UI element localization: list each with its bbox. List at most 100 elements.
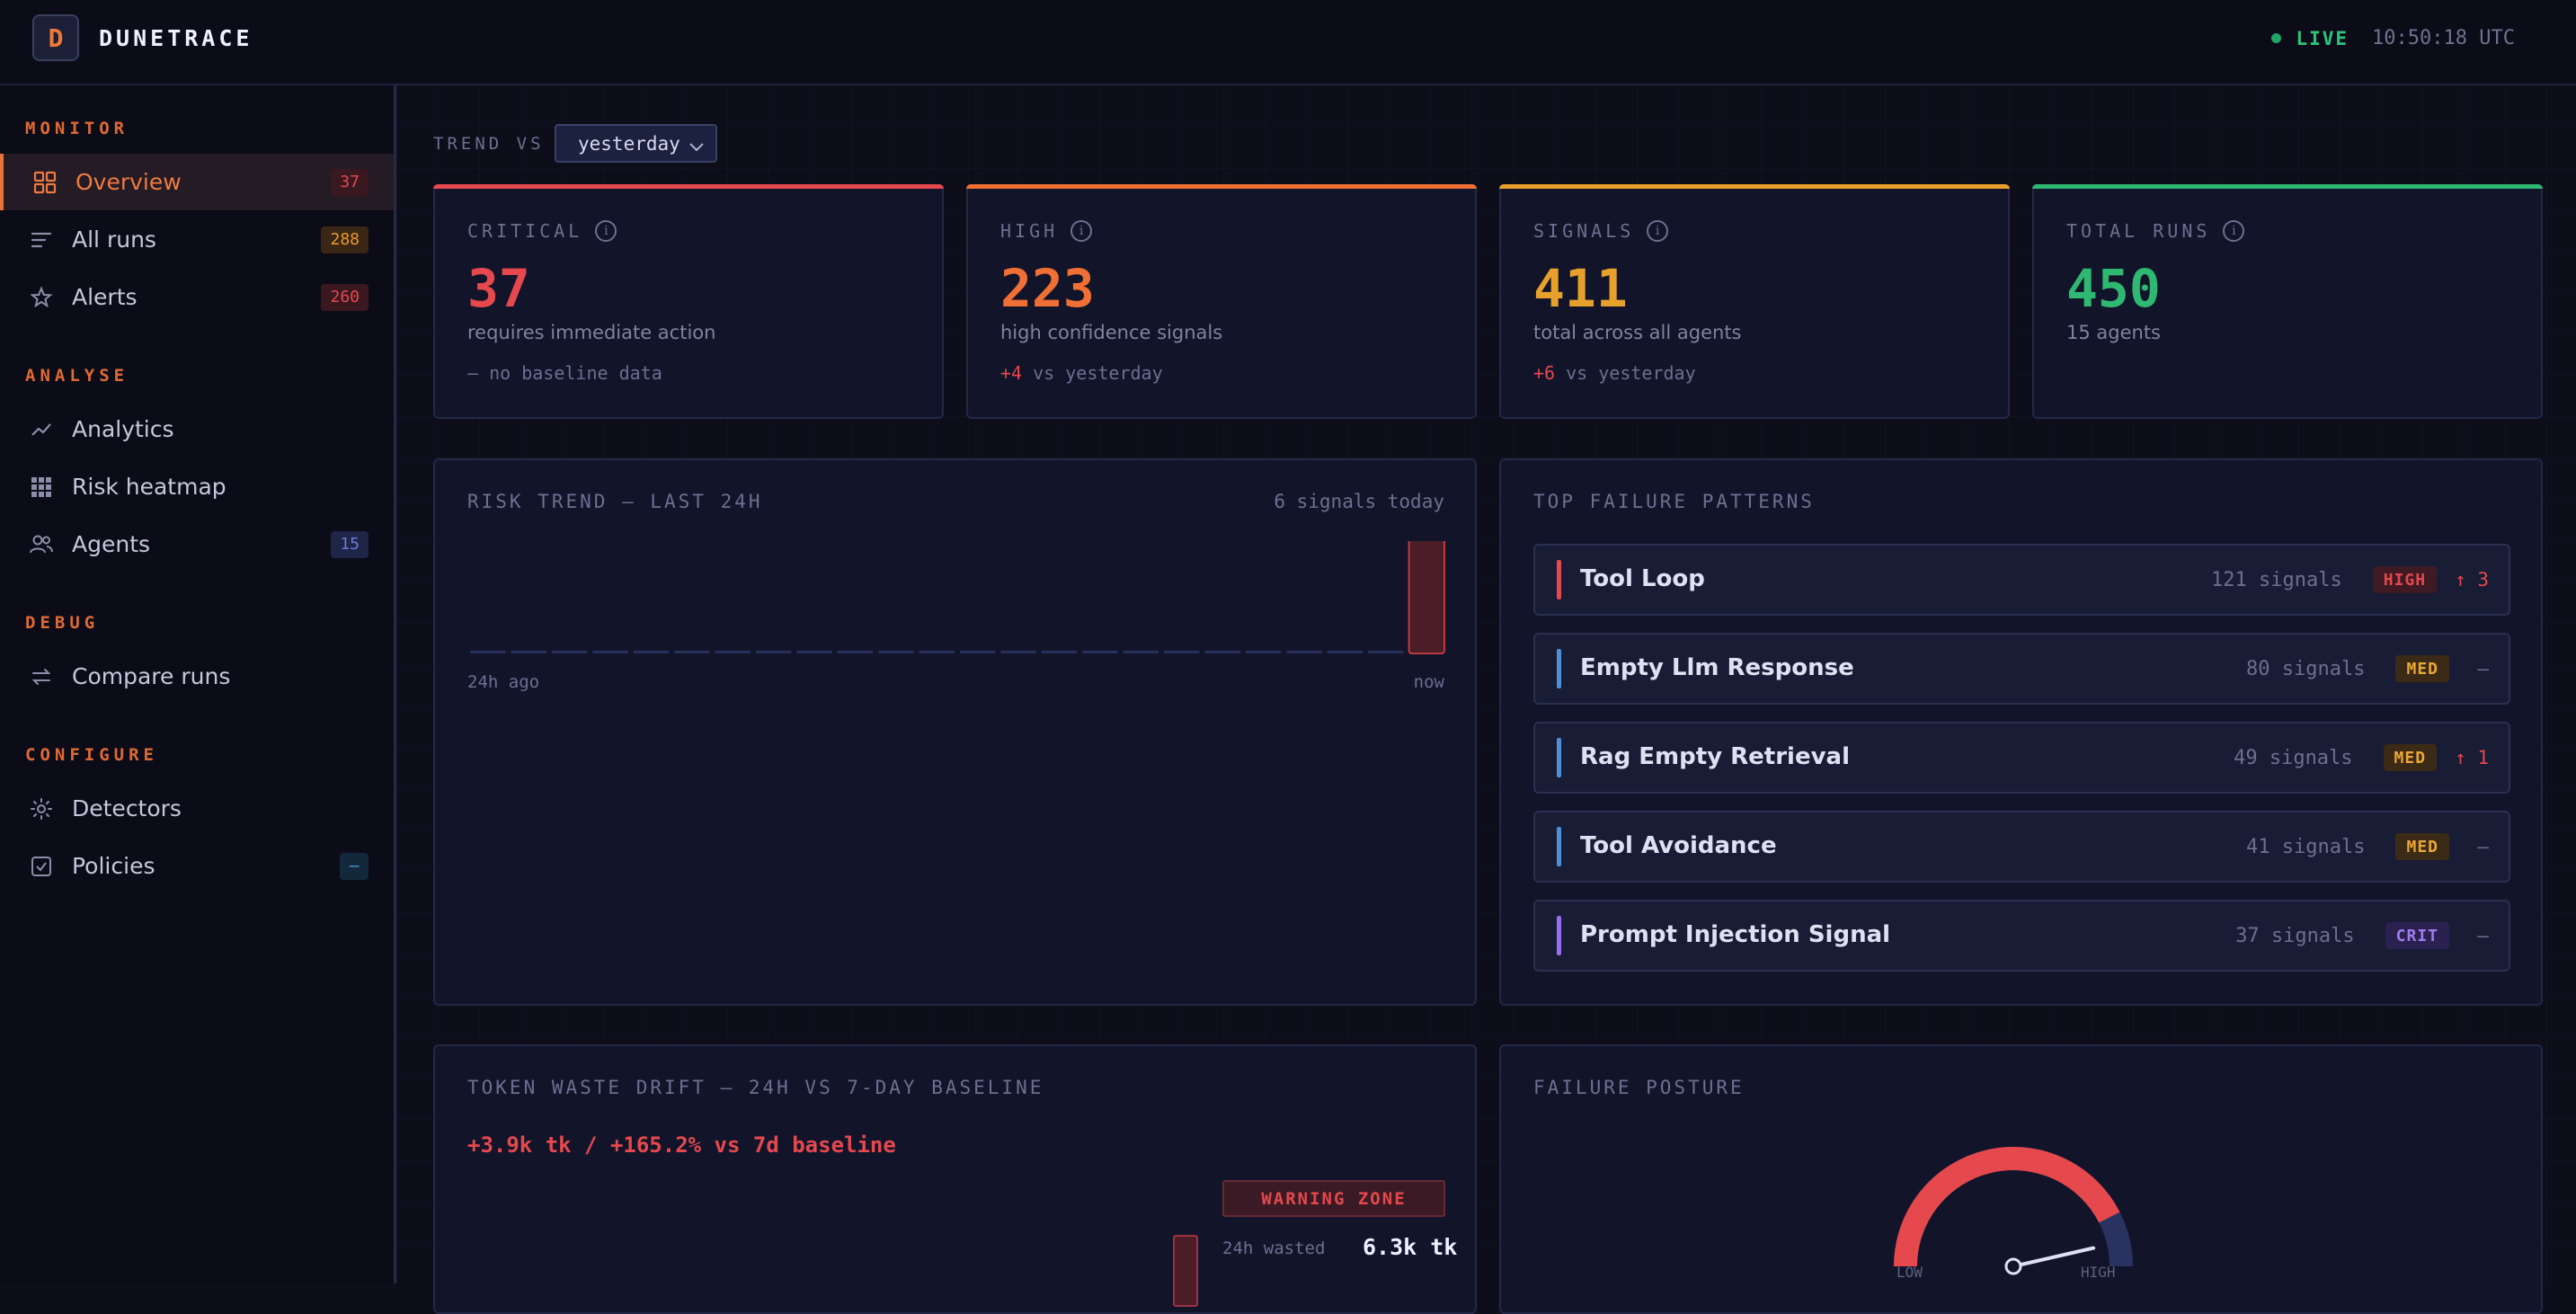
severity-bar [1557,738,1561,777]
panel-title: TOKEN WASTE DRIFT — 24H VS 7-DAY BASELIN… [467,1077,1044,1098]
count-badge: 288 [321,226,369,253]
clock: 10:50:18 UTC [2372,27,2515,49]
sidebar-item-compare-runs[interactable]: Compare runs [0,648,394,705]
sidebar-item-label: Alerts [72,284,138,310]
risk-bar[interactable] [1164,651,1200,653]
sun-icon [29,796,54,821]
pattern-meta: 41 signals MED — [2246,812,2489,881]
sidebar-item-risk-heatmap[interactable]: Risk heatmap [0,458,394,515]
trend-select[interactable]: yesterday [555,124,717,163]
pattern-meta: 80 signals MED — [2246,635,2489,703]
pattern-meta: 121 signals HIGH ↑ 3 [2211,546,2489,614]
list-icon [29,227,54,253]
sidebar-item-label: Risk heatmap [72,474,227,500]
waste-headline: +3.9k tk / +165.2% vs 7d baseline [467,1132,896,1158]
sidebar-item-label: Compare runs [72,663,231,689]
pattern-name: Prompt Injection Signal [1580,921,1891,948]
grid-icon [32,170,58,195]
star-icon [29,285,54,310]
wasted-label: 24h wasted [1222,1239,1326,1258]
token-waste-panel: TOKEN WASTE DRIFT — 24H VS 7-DAY BASELIN… [433,1044,1477,1314]
pattern-meta: 49 signals MED ↑ 1 [2234,724,2489,792]
risk-trend-chart [470,541,1445,654]
failure-pattern-row[interactable]: Tool Loop 121 signals HIGH ↑ 3 [1533,544,2510,616]
risk-bar[interactable] [551,651,588,653]
info-icon[interactable]: i [595,220,617,242]
x-axis-start-label: 24h ago [467,672,540,692]
risk-bar[interactable] [1123,651,1159,653]
risk-bar[interactable] [1408,541,1445,654]
sidebar-item-all-runs[interactable]: All runs 288 [0,211,394,268]
risk-bar[interactable] [1245,651,1282,653]
stat-label: HIGH i [1000,220,1093,242]
panel-title: FAILURE POSTURE [1533,1077,1745,1098]
pattern-count: 121 signals [2211,568,2342,591]
risk-bar[interactable] [919,651,955,653]
sidebar-item-agents[interactable]: Agents 15 [0,516,394,573]
risk-bar[interactable] [796,651,832,653]
warning-zone-badge: WARNING ZONE [1222,1180,1445,1217]
risk-bar[interactable] [837,651,874,653]
risk-bar[interactable] [1327,651,1364,653]
pattern-trend: ↑ 3 [2455,569,2489,590]
pattern-trend: ↑ 1 [2455,747,2489,768]
sidebar: MONITOR Overview 37 All runs 288 Alerts … [0,85,396,1283]
pattern-name: Tool Avoidance [1580,832,1777,859]
live-label: LIVE [2296,27,2349,49]
risk-bar[interactable] [1204,651,1240,653]
failure-posture-panel: FAILURE POSTURE LOW HIGH [1499,1044,2543,1314]
count-badge: 37 [331,168,369,196]
sidebar-item-overview[interactable]: Overview 37 [0,154,394,210]
sidebar-item-label: Policies [72,853,155,879]
checkbox-icon [29,854,54,879]
risk-bar[interactable] [470,651,506,653]
stat-value: 411 [1533,258,1628,319]
app-logo[interactable]: D [32,14,79,61]
sidebar-item-label: Overview [76,169,182,195]
risk-bar[interactable] [633,651,670,653]
sidebar-item-analytics[interactable]: Analytics [0,401,394,457]
risk-bar[interactable] [1286,651,1322,653]
risk-bar[interactable] [1082,651,1118,653]
risk-bar[interactable] [960,651,996,653]
stat-card-high: HIGH i 223 high confidence signals +4 vs … [966,184,1477,419]
chevron-down-icon [688,137,705,158]
failure-pattern-row[interactable]: Rag Empty Retrieval 49 signals MED ↑ 1 [1533,722,2510,794]
failure-pattern-row[interactable]: Prompt Injection Signal 37 signals CRIT — [1533,900,2510,972]
stat-subtitle: 15 agents [2066,322,2161,343]
info-icon[interactable]: i [2223,220,2245,242]
sidebar-item-detectors[interactable]: Detectors [0,780,394,837]
gauge-high-label: HIGH [2081,1264,2116,1281]
info-icon[interactable]: i [1647,220,1669,242]
info-icon[interactable]: i [1070,220,1093,242]
card-accent-line [2032,184,2543,189]
severity-bar [1557,916,1561,955]
trend-select-value: yesterday [578,132,680,155]
sidebar-item-label: Analytics [72,416,174,442]
risk-bar[interactable] [715,651,751,653]
severity-badge: MED [2383,744,2438,771]
failure-patterns-panel: TOP FAILURE PATTERNS Tool Loop 121 signal… [1499,458,2543,1006]
severity-bar [1557,649,1561,688]
failure-pattern-row[interactable]: Tool Avoidance 41 signals MED — [1533,811,2510,883]
trend-icon [29,417,54,442]
risk-bar[interactable] [592,651,628,653]
waste-bar [1173,1235,1198,1307]
pattern-name: Empty Llm Response [1580,654,1854,681]
sidebar-item-policies[interactable]: Policies — [0,838,394,894]
severity-badge: MED [2395,655,2449,682]
compare-icon [29,664,54,689]
risk-bar[interactable] [674,651,710,653]
risk-bar[interactable] [878,651,914,653]
stat-subtitle: total across all agents [1533,322,1742,343]
risk-bar[interactable] [1041,651,1078,653]
failure-pattern-row[interactable]: Empty Llm Response 80 signals MED — [1533,633,2510,705]
stat-label: CRITICAL i [467,220,617,242]
pattern-trend: — [2477,836,2489,857]
pattern-count: 41 signals [2246,835,2366,858]
risk-bar[interactable] [755,651,792,653]
risk-bar[interactable] [1368,651,1404,653]
sidebar-item-alerts[interactable]: Alerts 260 [0,269,394,325]
risk-bar[interactable] [1000,651,1036,653]
risk-bar[interactable] [511,651,546,653]
